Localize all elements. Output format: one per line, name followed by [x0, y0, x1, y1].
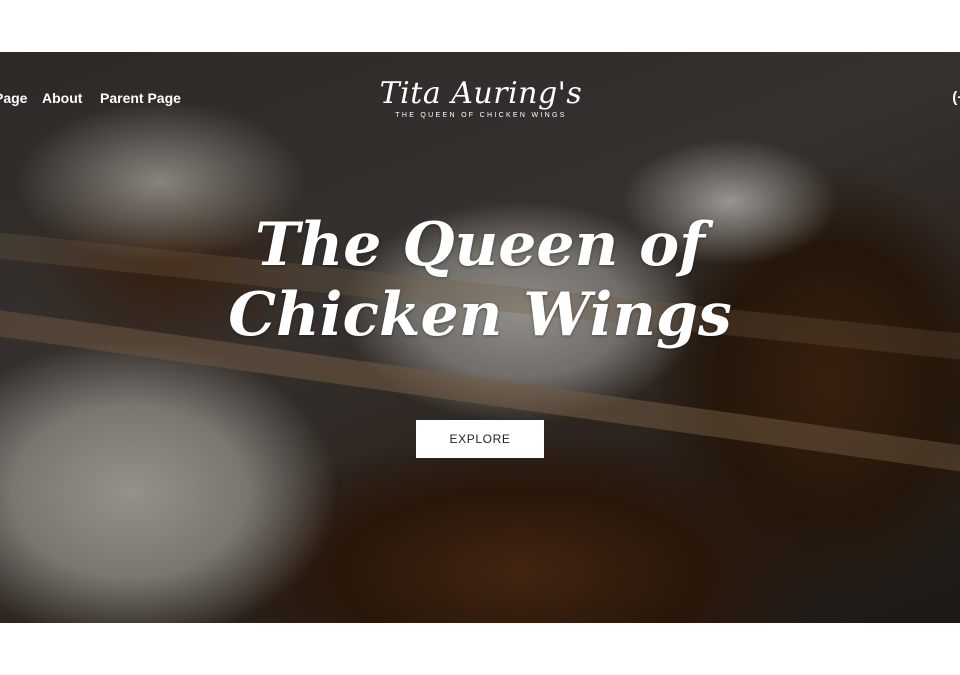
logo-script-text: Tita Auring's: [379, 76, 583, 111]
hero-section: Page About Parent Page (+ Tita Auring's …: [0, 52, 960, 623]
nav-item-about[interactable]: About: [42, 90, 82, 106]
nav-item-page[interactable]: Page: [0, 90, 27, 106]
nav-item-parent-page[interactable]: Parent Page: [100, 90, 181, 106]
hero-headline: The Queen of Chicken Wings: [228, 210, 732, 350]
nav-right-item[interactable]: (+: [952, 89, 960, 106]
site-logo[interactable]: Tita Auring's THE QUEEN OF CHICKEN WINGS: [378, 78, 584, 134]
logo-tagline: THE QUEEN OF CHICKEN WINGS: [395, 112, 567, 119]
explore-button[interactable]: EXPLORE: [416, 420, 544, 458]
